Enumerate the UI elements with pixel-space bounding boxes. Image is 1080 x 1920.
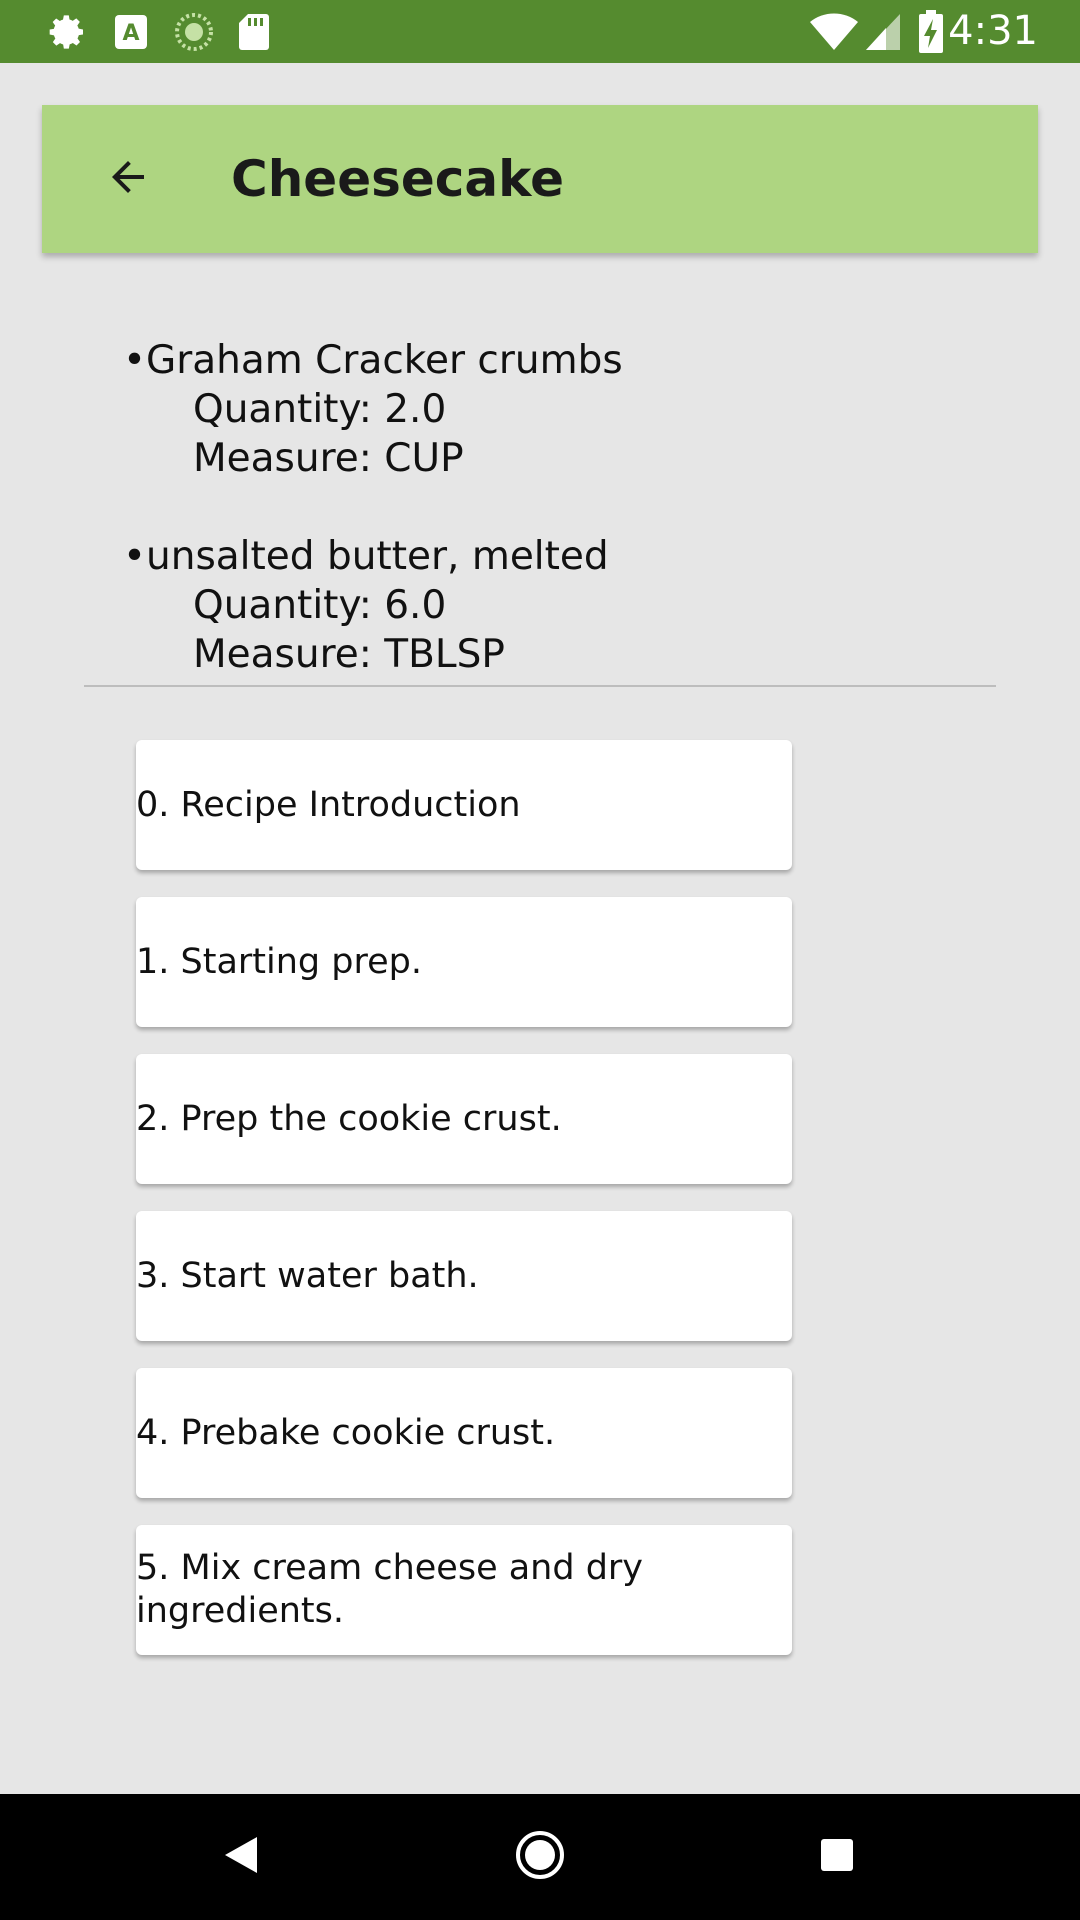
nav-home-button[interactable] [480, 1794, 600, 1920]
sd-card-icon [238, 0, 270, 63]
ingredient-item: Graham Cracker crumbs Quantity: 2.0 Meas… [123, 336, 1003, 483]
page-title: Cheesecake [231, 150, 564, 208]
step-card-5[interactable]: 5. Mix cream cheese and dry ingredients. [136, 1525, 792, 1655]
step-card-0[interactable]: 0. Recipe Introduction [136, 740, 792, 870]
text-a-icon: A [114, 0, 148, 63]
nav-back-button[interactable] [181, 1794, 301, 1920]
ingredient-quantity: Quantity: 6.0 [193, 583, 447, 628]
divider [84, 685, 996, 687]
status-time: 4:31 [948, 8, 1038, 54]
ingredient-measure: Measure: TBLSP [193, 632, 505, 677]
step-card-4[interactable]: 4. Prebake cookie crust. [136, 1368, 792, 1498]
arrow-back-icon [104, 153, 152, 205]
app-toolbar: Cheesecake [42, 105, 1038, 253]
svg-text:A: A [122, 21, 139, 46]
nav-home-icon [515, 1830, 565, 1884]
ingredient-measure: Measure: CUP [193, 436, 464, 481]
step-card-3[interactable]: 3. Start water bath. [136, 1211, 792, 1341]
step-card-1[interactable]: 1. Starting prep. [136, 897, 792, 1027]
wifi-icon [810, 0, 858, 63]
ingredient-list: Graham Cracker crumbs Quantity: 2.0 Meas… [123, 336, 1003, 679]
step-list: 0. Recipe Introduction 1. Starting prep.… [136, 740, 792, 1682]
ingredient-name: Graham Cracker crumbs [123, 336, 1003, 385]
back-button[interactable] [84, 135, 172, 223]
signal-icon [864, 0, 902, 63]
step-card-2[interactable]: 2. Prep the cookie crust. [136, 1054, 792, 1184]
sync-icon [174, 0, 214, 63]
ingredient-quantity: Quantity: 2.0 [193, 387, 447, 432]
nav-back-icon [223, 1835, 259, 1879]
nav-recents-icon [819, 1837, 855, 1877]
nav-recents-button[interactable] [777, 1794, 897, 1920]
battery-charging-icon [918, 0, 944, 63]
gear-icon [48, 0, 88, 63]
navigation-bar [0, 1794, 1080, 1920]
ingredient-name: unsalted butter, melted [123, 532, 1003, 581]
ingredient-item: unsalted butter, melted Quantity: 6.0 Me… [123, 532, 1003, 679]
status-bar: A 4:31 [0, 0, 1080, 63]
